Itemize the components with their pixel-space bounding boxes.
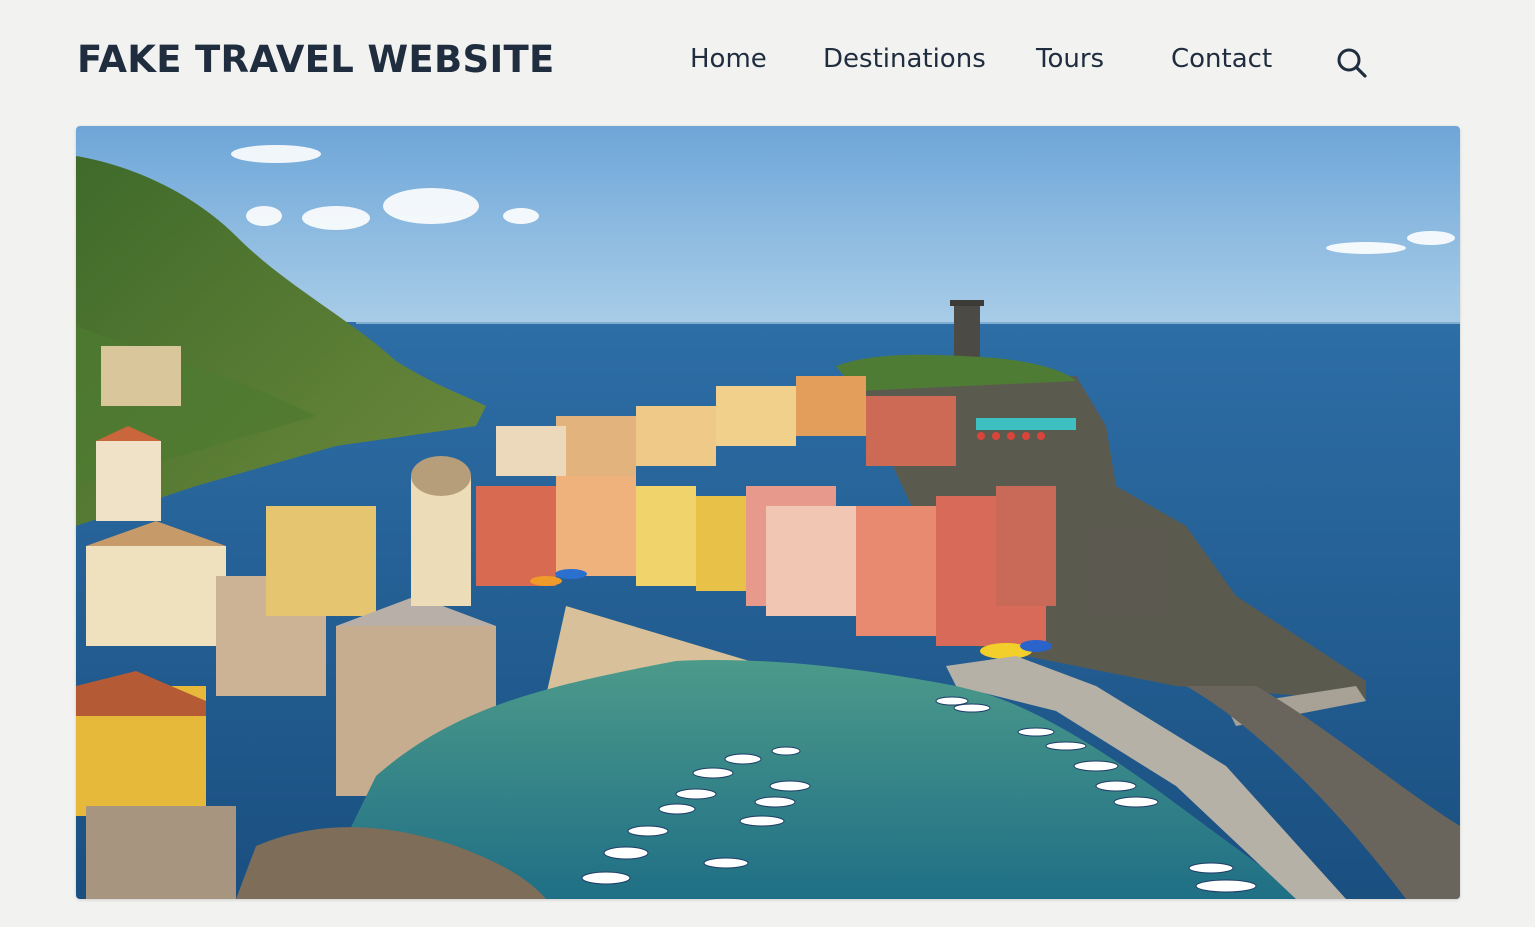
search-icon	[1337, 48, 1367, 78]
nav-link-home[interactable]: Home	[690, 44, 767, 74]
page: FAKE TRAVEL WEBSITE Home Destinations To…	[0, 0, 1535, 927]
main-nav: Home Destinations Tours Contact	[0, 44, 1535, 84]
search-button[interactable]	[1334, 45, 1370, 81]
nav-link-destinations[interactable]: Destinations	[823, 44, 986, 74]
hero-image	[76, 126, 1460, 899]
tower	[954, 304, 980, 362]
nav-link-contact[interactable]: Contact	[1171, 44, 1272, 74]
coastal-village-illustration	[76, 126, 1460, 899]
nav-link-tours[interactable]: Tours	[1036, 44, 1104, 74]
